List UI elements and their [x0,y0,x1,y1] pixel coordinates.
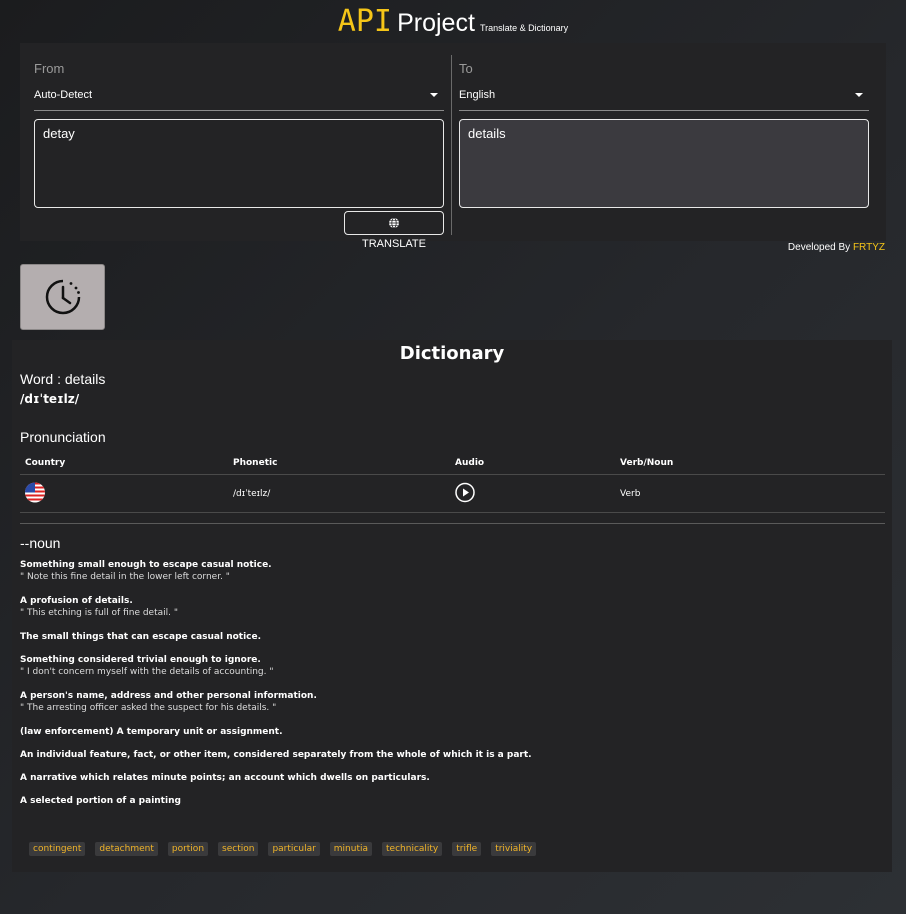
word-heading: Word : details [20,371,106,387]
definition-item: Something small enough to escape casual … [20,559,880,584]
history-button[interactable] [20,264,105,330]
brand-api: API [337,4,392,39]
to-language-select[interactable]: English [459,84,869,111]
definition-item: A person's name, address and other perso… [20,690,880,715]
to-label: To [459,61,473,76]
translator-panel: From Auto-Detect detay To English detail… [20,43,886,250]
pronunciation-table: Country Phonetic Audio Verb/Noun /dɪˈteɪ… [20,451,885,513]
source-text-input[interactable]: detay [34,119,444,208]
table-row: /dɪˈteɪlz/ Verb [20,475,885,513]
synonym-chip[interactable]: minutia [329,842,373,856]
to-language-value: English [459,89,496,101]
definition-text: A narrative which relates minute points;… [20,773,430,783]
definition-example: " Note this fine detail in the lower lef… [20,572,230,582]
from-label: From [34,61,65,76]
translate-button[interactable] [344,211,444,235]
synonym-chip[interactable]: particular [268,842,320,856]
header-country: Country [25,457,66,468]
synonym-chip[interactable]: technicality [382,842,443,856]
to-column: To English details [459,61,869,208]
globe-icon [389,217,399,229]
definition-example: " This etching is full of fine detail. " [20,608,178,618]
app-header: API Project Translate & Dictionary [0,4,906,40]
definition-example: " I don't concern myself with the detail… [20,667,274,677]
developer-credit: Developed By FRTYZ [730,242,885,253]
definitions-list: Something small enough to escape casual … [20,559,880,818]
dictionary-title: Dictionary [399,343,505,364]
app-title: Project [397,9,475,37]
definition-example: " The arresting officer asked the suspec… [20,703,277,713]
definition-item: An individual feature, fact, or other it… [20,749,880,761]
header-audio: Audio [455,457,485,468]
synonym-chip[interactable]: portion [167,842,209,856]
developer-prefix: Developed By [787,242,851,253]
developer-name: FRTYZ [852,242,885,253]
definition-text: An individual feature, fact, or other it… [20,750,532,760]
definition-item: A profusion of details. " This etching i… [20,595,880,620]
play-icon [455,482,475,502]
part-of-speech: --noun [20,535,61,551]
table-header-row: Country Phonetic Audio Verb/Noun [20,451,885,475]
translate-button-label[interactable]: TRANSLATE [344,238,444,250]
definition-text: The small things that can escape casual … [20,632,262,642]
definition-text: A person's name, address and other perso… [20,691,317,701]
word-phonetic: /dɪˈteɪlz/ [20,392,80,406]
definition-item: (law enforcement) A temporary unit or as… [20,726,880,738]
definition-text: Something small enough to escape casual … [20,560,272,570]
chevron-down-icon [855,93,863,97]
from-language-value: Auto-Detect [34,89,93,101]
from-language-select[interactable]: Auto-Detect [34,84,444,111]
definition-text: A selected portion of a painting [20,796,181,806]
pronunciation-heading: Pronunciation [20,429,106,445]
definition-text: A profusion of details. [20,596,133,606]
definition-item: The small things that can escape casual … [20,631,880,643]
dictionary-panel: Dictionary Word : details /dɪˈteɪlz/ Pro… [12,340,892,872]
history-clock-icon [45,279,80,315]
synonym-chip[interactable]: contingent [29,842,86,856]
definition-text: Something considered trivial enough to i… [20,655,261,665]
definition-item: A selected portion of a painting [20,795,880,807]
phonetic-cell: /dɪˈteɪlz/ [233,488,271,499]
synonym-chip[interactable]: detachment [95,842,158,856]
column-divider [451,55,452,235]
app-subtitle: Translate & Dictionary [479,23,569,33]
type-cell: Verb [620,488,641,499]
header-phonetic: Phonetic [233,457,278,468]
country-cell [25,482,45,505]
audio-play-button[interactable] [455,482,475,505]
synonym-chip[interactable]: section [218,842,259,856]
synonym-chip[interactable]: triviality [491,842,537,856]
synonym-list: contingent detachment portion section pa… [29,842,537,856]
section-divider [20,523,885,524]
chevron-down-icon [430,93,438,97]
synonym-chip[interactable]: trifle [452,842,482,856]
definition-item: Something considered trivial enough to i… [20,654,880,679]
definition-item: A narrative which relates minute points;… [20,772,880,784]
definition-text: (law enforcement) A temporary unit or as… [20,727,283,737]
from-column: From Auto-Detect detay [34,61,444,208]
us-flag-icon [25,482,45,502]
translated-text-output: details [459,119,869,208]
header-type: Verb/Noun [620,457,674,468]
